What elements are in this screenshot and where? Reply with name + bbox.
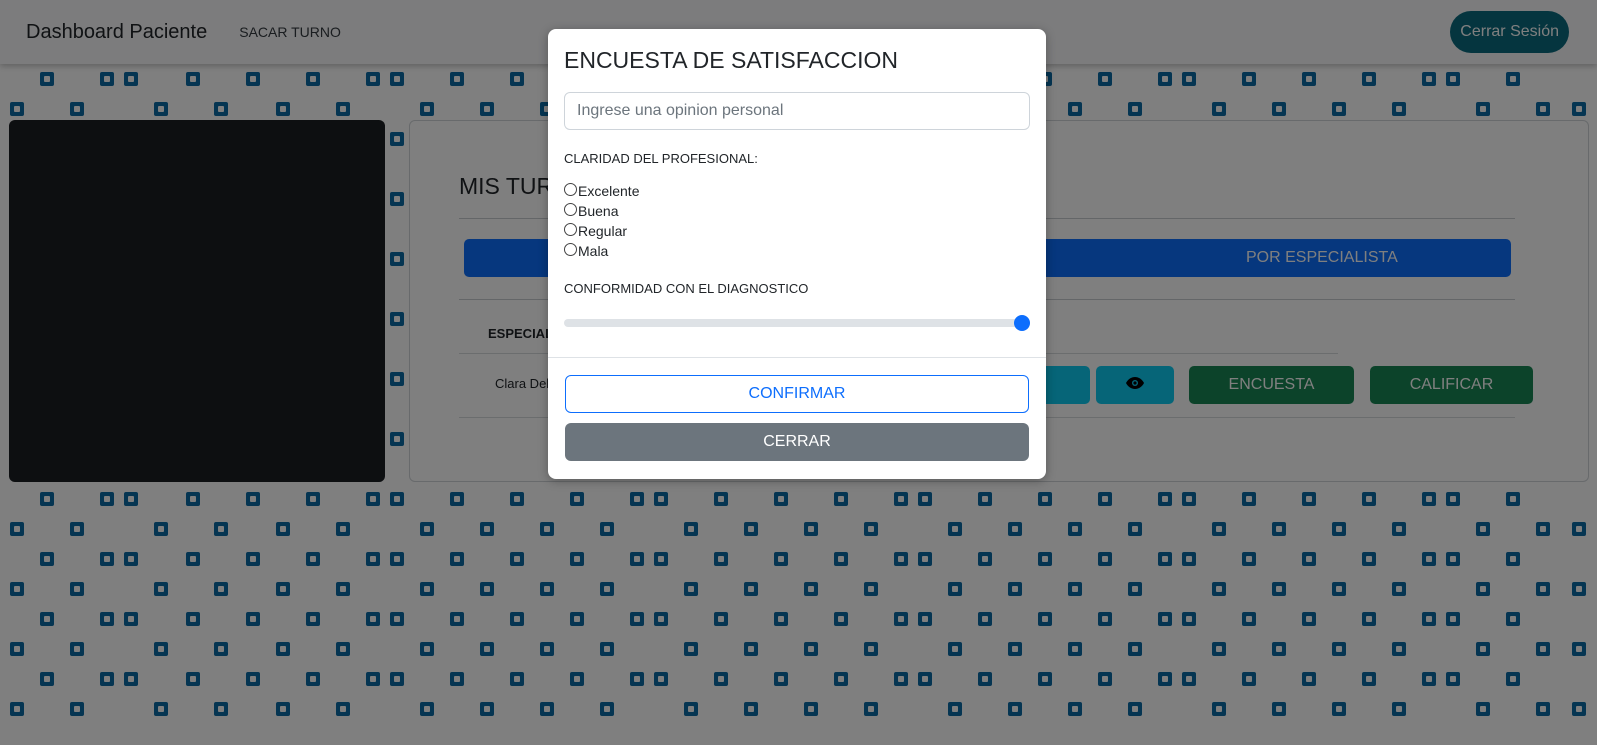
radio-button[interactable] — [564, 222, 577, 236]
radio-option-regular[interactable]: Regular — [564, 221, 639, 241]
modal-divider — [548, 357, 1046, 358]
conformidad-slider-thumb[interactable] — [1014, 315, 1030, 331]
radio-option-mala[interactable]: Mala — [564, 241, 639, 261]
claridad-radio-group: Excelente Buena Regular Mala — [564, 181, 639, 261]
survey-modal: ENCUESTA DE SATISFACCION CLARIDAD DEL PR… — [548, 29, 1046, 479]
radio-label: Buena — [578, 203, 619, 219]
radio-button[interactable] — [564, 202, 577, 216]
confirm-button[interactable]: CONFIRMAR — [565, 375, 1029, 413]
close-button[interactable]: CERRAR — [565, 423, 1029, 461]
radio-label: Mala — [578, 243, 609, 259]
radio-option-excelente[interactable]: Excelente — [564, 181, 639, 201]
radio-option-buena[interactable]: Buena — [564, 201, 639, 221]
conformidad-label: CONFORMIDAD CON EL DIAGNOSTICO — [564, 281, 809, 296]
radio-label: Regular — [578, 223, 628, 239]
radio-label: Excelente — [578, 183, 640, 199]
modal-title: ENCUESTA DE SATISFACCION — [564, 47, 898, 73]
claridad-label: CLARIDAD DEL PROFESIONAL: — [564, 151, 758, 166]
opinion-input[interactable] — [564, 92, 1030, 130]
conformidad-slider-track[interactable] — [564, 319, 1030, 327]
radio-button[interactable] — [564, 242, 577, 256]
radio-button[interactable] — [564, 182, 577, 196]
